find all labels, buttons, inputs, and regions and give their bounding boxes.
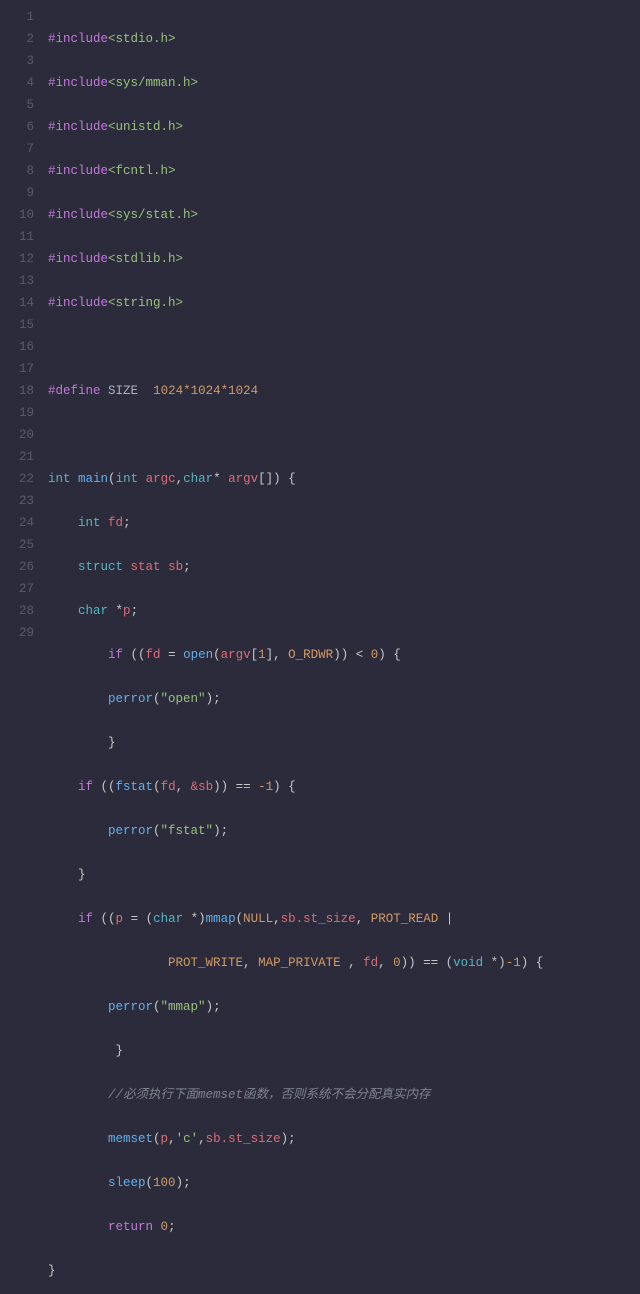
code-line: #include<stdio.h> (48, 28, 640, 50)
line-number: 17 (0, 358, 34, 380)
line-number: 13 (0, 270, 34, 292)
line-number: 3 (0, 50, 34, 72)
code-line (48, 424, 640, 446)
line-number: 5 (0, 94, 34, 116)
code-line: if ((fstat(fd, &sb)) == -1) { (48, 776, 640, 798)
line-number: 22 (0, 468, 34, 490)
line-number: 19 (0, 402, 34, 424)
code-line: #include<fcntl.h> (48, 160, 640, 182)
code-line: #include<unistd.h> (48, 116, 640, 138)
line-number: 6 (0, 116, 34, 138)
line-number: 10 (0, 204, 34, 226)
code-line: struct stat sb; (48, 556, 640, 578)
code-line: perror("open"); (48, 688, 640, 710)
line-number: 7 (0, 138, 34, 160)
code-line: if ((p = (char *)mmap(NULL,sb.st_size, P… (48, 908, 640, 930)
line-number: 29 (0, 622, 34, 644)
line-number: 21 (0, 446, 34, 468)
line-number: 27 (0, 578, 34, 600)
code-line: #include<string.h> (48, 292, 640, 314)
code-line: if ((fd = open(argv[1], O_RDWR)) < 0) { (48, 644, 640, 666)
line-number: 4 (0, 72, 34, 94)
code-line: int main(int argc,char* argv[]) { (48, 468, 640, 490)
line-number: 8 (0, 160, 34, 182)
code-line: return 0; (48, 1216, 640, 1238)
code-line: sleep(100); (48, 1172, 640, 1194)
line-number: 28 (0, 600, 34, 622)
line-number: 15 (0, 314, 34, 336)
line-number: 14 (0, 292, 34, 314)
line-number: 9 (0, 182, 34, 204)
line-number: 1 (0, 6, 34, 28)
line-number: 16 (0, 336, 34, 358)
line-number: 23 (0, 490, 34, 512)
line-number: 2 (0, 28, 34, 50)
code-line: #define SIZE 1024*1024*1024 (48, 380, 640, 402)
code-line: PROT_WRITE, MAP_PRIVATE , fd, 0)) == (vo… (48, 952, 640, 974)
code-line: } (48, 864, 640, 886)
code-line: #include<stdlib.h> (48, 248, 640, 270)
code-line: perror("mmap"); (48, 996, 640, 1018)
code-line: } (48, 1040, 640, 1062)
line-number: 11 (0, 226, 34, 248)
line-number: 12 (0, 248, 34, 270)
code-line: } (48, 1260, 640, 1282)
code-line: //必须执行下面memset函数，否则系统不会分配真实内存 (48, 1084, 640, 1106)
line-number: 26 (0, 556, 34, 578)
code-line: #include<sys/stat.h> (48, 204, 640, 226)
code-line: perror("fstat"); (48, 820, 640, 842)
line-number: 20 (0, 424, 34, 446)
code-line (48, 336, 640, 358)
code-content[interactable]: #include<stdio.h> #include<sys/mman.h> #… (42, 6, 640, 1294)
code-line: int fd; (48, 512, 640, 534)
code-line: #include<sys/mman.h> (48, 72, 640, 94)
line-number: 25 (0, 534, 34, 556)
line-number: 18 (0, 380, 34, 402)
code-line: } (48, 732, 640, 754)
line-number: 24 (0, 512, 34, 534)
line-gutter: 1 2 3 4 5 6 7 8 9 10 11 12 13 14 15 16 1… (0, 6, 42, 1294)
code-line: memset(p,'c',sb.st_size); (48, 1128, 640, 1150)
code-editor: 1 2 3 4 5 6 7 8 9 10 11 12 13 14 15 16 1… (0, 0, 640, 1294)
code-line: char *p; (48, 600, 640, 622)
